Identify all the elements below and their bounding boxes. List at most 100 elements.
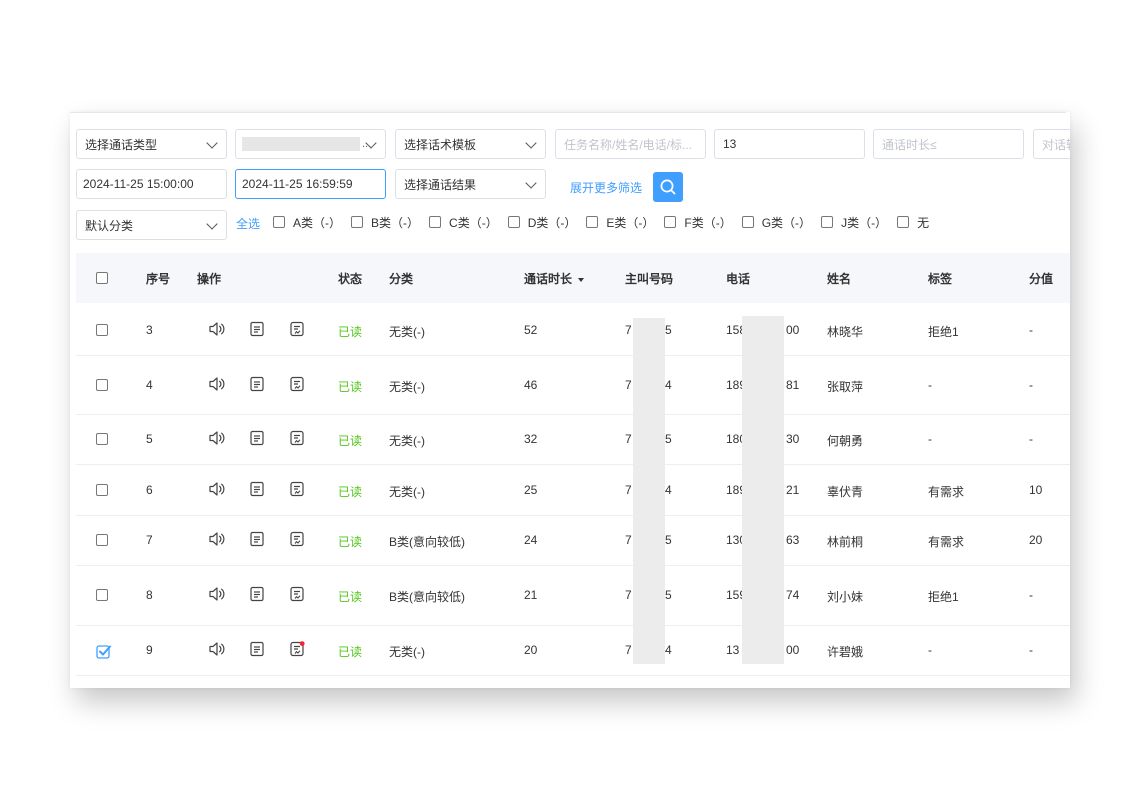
header-name: 姓名 <box>827 272 852 286</box>
row-score: - <box>1029 378 1033 392</box>
speaker-icon[interactable] <box>208 321 226 340</box>
call-result-select[interactable]: 选择通话结果 <box>395 169 546 199</box>
number-input[interactable]: 13 <box>714 129 865 159</box>
edit-note-icon[interactable] <box>289 531 305 550</box>
table-row: 9 已读 无类(-) 20 7 4 13 00 许碧娥 - - <box>76 625 1070 676</box>
task-search-input[interactable]: 任务名称/姓名/电话/标... <box>555 129 706 159</box>
speaker-icon[interactable] <box>208 376 226 395</box>
document-icon[interactable] <box>249 376 265 395</box>
category-c-checkbox[interactable] <box>429 216 442 228</box>
duration-max-input[interactable]: 通话时长≤ <box>873 129 1024 159</box>
row-name: 林前桐 <box>827 535 864 549</box>
header-seq: 序号 <box>146 272 171 286</box>
category-b-checkbox[interactable] <box>351 216 364 228</box>
category-none-label: 无 <box>917 215 930 230</box>
row-checkbox[interactable] <box>96 379 108 391</box>
select-all-rows-checkbox[interactable] <box>96 272 108 284</box>
edit-note-icon[interactable] <box>289 376 305 395</box>
template-select[interactable]: 选择话术模板 <box>395 129 546 159</box>
chevron-down-icon <box>525 137 537 149</box>
document-icon[interactable] <box>249 586 265 605</box>
status-read: 已读 <box>338 590 363 604</box>
end-time-input[interactable]: 2024-11-25 16:59:59 <box>235 169 386 199</box>
caller-mask <box>633 318 665 664</box>
row-score: - <box>1029 588 1033 602</box>
chevron-down-icon <box>525 177 537 189</box>
edit-note-icon[interactable] <box>289 641 305 660</box>
search-button[interactable] <box>653 172 683 202</box>
row-tag: 拒绝1 <box>928 325 959 339</box>
task-search-placeholder: 任务名称/姓名/电话/标... <box>564 137 693 152</box>
select-all-link[interactable]: 全选 <box>236 215 260 232</box>
row-checkbox[interactable] <box>96 589 108 601</box>
row-checkbox-checked[interactable] <box>96 644 112 660</box>
speaker-icon[interactable] <box>208 430 226 449</box>
caller-prefix: 7 <box>625 378 632 392</box>
row-checkbox[interactable] <box>96 484 108 496</box>
category-g-checkbox[interactable] <box>741 216 754 228</box>
end-time-value: 2024-11-25 16:59:59 <box>242 177 353 191</box>
edit-note-icon[interactable] <box>289 481 305 500</box>
speaker-icon[interactable] <box>208 641 226 660</box>
header-duration[interactable]: 通话时长 <box>524 270 585 287</box>
speaker-icon[interactable] <box>208 531 226 550</box>
document-icon[interactable] <box>249 321 265 340</box>
category-d-checkbox[interactable] <box>507 216 520 228</box>
phone-suffix: 74 <box>786 588 800 602</box>
number-input-value: 13 <box>723 137 737 151</box>
caller-prefix: 7 <box>625 432 632 446</box>
category-none-checkbox[interactable] <box>897 216 910 228</box>
speaker-icon[interactable] <box>208 586 226 605</box>
edit-note-icon[interactable] <box>289 586 305 605</box>
header-score: 分值 <box>1029 272 1054 286</box>
chevron-down-icon <box>206 218 218 230</box>
caller-suffix: 4 <box>665 483 672 497</box>
category-select[interactable]: 默认分类 <box>76 210 227 240</box>
table-row: 5 已读 无类(-) 32 7 5 180 30 何朝勇 - - <box>76 414 1070 465</box>
search-icon <box>660 179 676 195</box>
speaker-icon[interactable] <box>208 481 226 500</box>
masked-select[interactable]: ... <box>235 129 386 159</box>
row-tag: 拒绝1 <box>928 590 959 604</box>
row-category: 无类(-) <box>389 434 425 448</box>
row-category: 无类(-) <box>389 645 425 659</box>
row-seq: 5 <box>146 432 153 446</box>
divider <box>70 112 1066 113</box>
category-checkbox-group: A类（-） B类（-） C类（-） D类（-） E类（-） F类（-） G类（-… <box>273 214 939 230</box>
start-time-input[interactable]: 2024-11-25 15:00:00 <box>76 169 227 199</box>
header-caller: 主叫号码 <box>625 272 674 286</box>
row-score: - <box>1029 323 1033 337</box>
phone-suffix: 30 <box>786 432 800 446</box>
template-value: 选择话术模板 <box>404 137 477 152</box>
dialog-rounds-input[interactable]: 对话轮 <box>1033 129 1070 159</box>
edit-note-icon[interactable] <box>289 430 305 449</box>
row-tag: - <box>928 432 932 446</box>
table-row: 4 已读 无类(-) 46 7 4 189 81 张取萍 - - <box>76 355 1070 415</box>
expand-more-filters-link[interactable]: 展开更多筛选 <box>570 179 642 196</box>
category-a-checkbox[interactable] <box>273 216 285 228</box>
status-read: 已读 <box>338 434 363 448</box>
row-seq: 4 <box>146 378 153 392</box>
header-duration-label: 通话时长 <box>524 272 573 286</box>
edit-note-icon[interactable] <box>289 321 305 340</box>
row-score: - <box>1029 432 1033 446</box>
document-icon[interactable] <box>249 481 265 500</box>
document-icon[interactable] <box>249 641 265 660</box>
document-icon[interactable] <box>249 430 265 449</box>
call-type-select[interactable]: 选择通话类型 <box>76 129 227 159</box>
category-e-checkbox[interactable] <box>586 216 599 228</box>
row-checkbox[interactable] <box>96 324 108 336</box>
phone-suffix: 81 <box>786 378 800 392</box>
row-tag: - <box>928 643 932 657</box>
row-category: 无类(-) <box>389 325 425 339</box>
category-j-checkbox[interactable] <box>821 216 834 228</box>
category-d-label: D类（-） <box>527 215 577 230</box>
header-tag: 标签 <box>928 272 953 286</box>
caller-suffix: 5 <box>665 323 672 337</box>
phone-suffix: 00 <box>786 323 800 337</box>
document-icon[interactable] <box>249 531 265 550</box>
row-checkbox[interactable] <box>96 433 108 445</box>
row-category: 无类(-) <box>389 380 425 394</box>
category-f-checkbox[interactable] <box>664 216 677 228</box>
row-checkbox[interactable] <box>96 534 108 546</box>
